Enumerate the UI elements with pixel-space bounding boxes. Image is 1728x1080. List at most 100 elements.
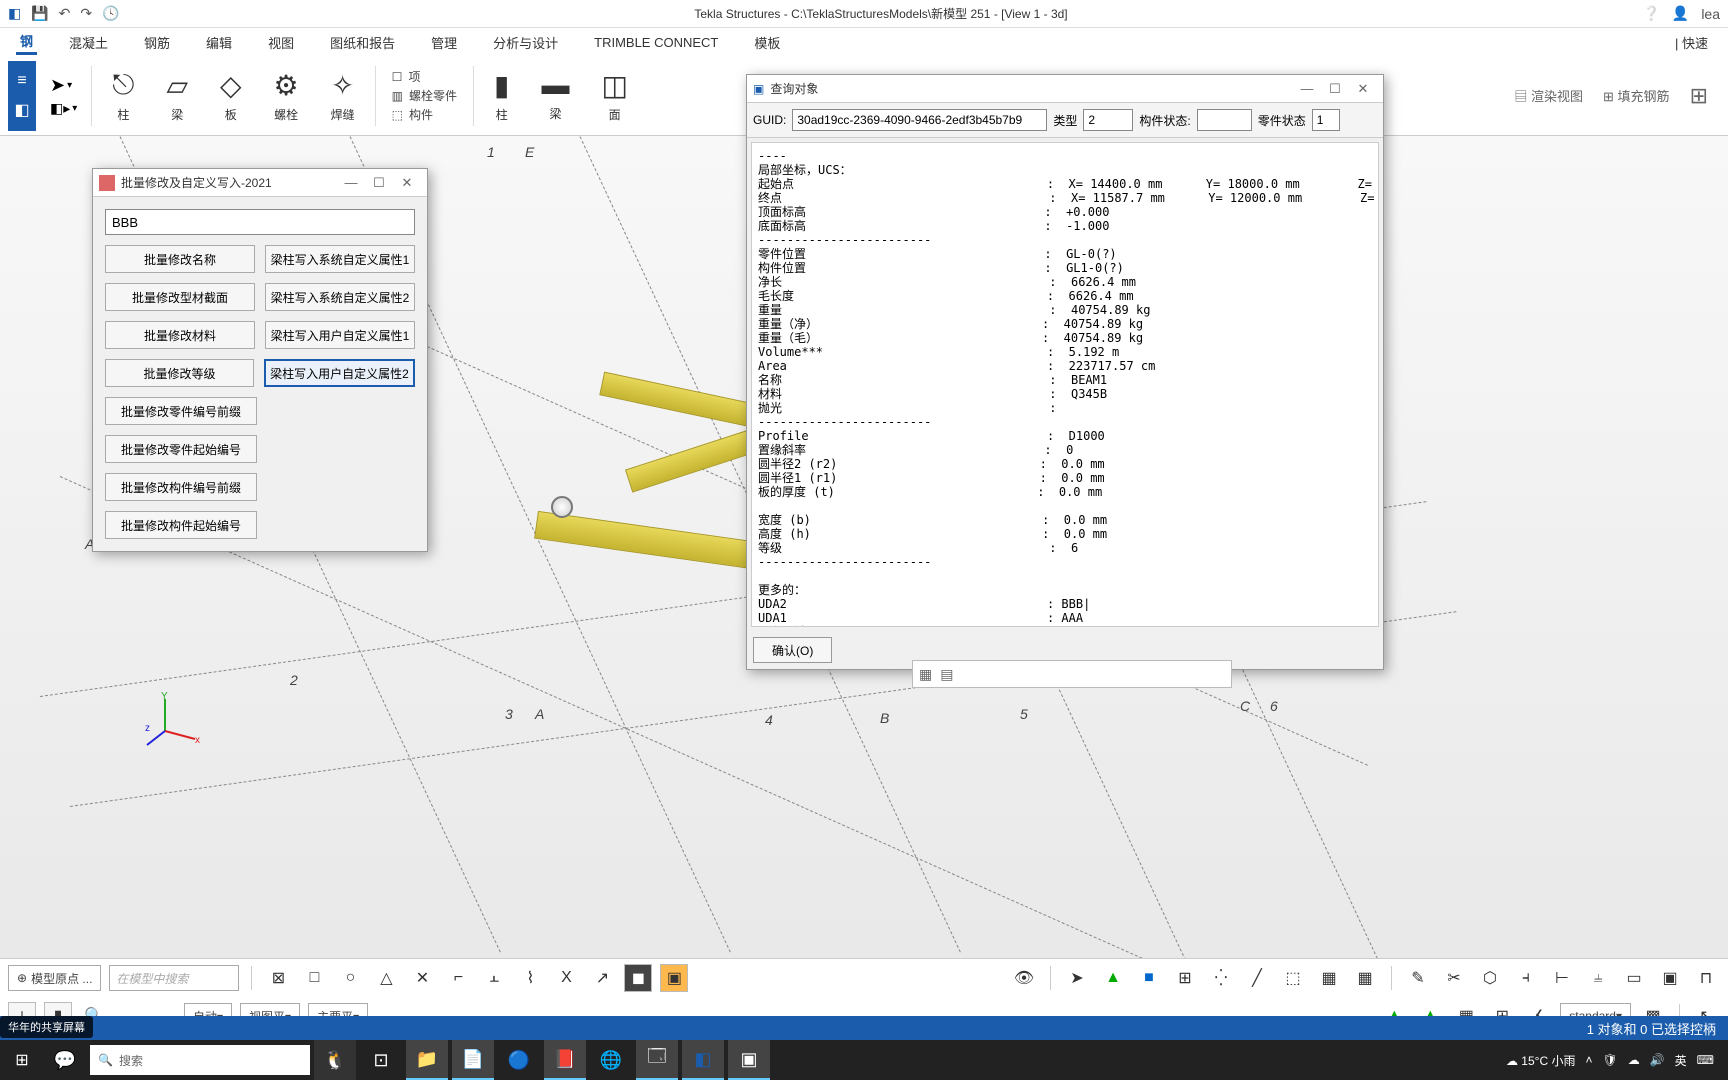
menu-template[interactable]: 模板 — [750, 31, 784, 54]
tool-cut-icon[interactable]: ✂ — [1440, 964, 1468, 992]
system-tray[interactable]: ☁ 15°C 小雨 ˄ 🛡 ☁ 🔊 英 ⌨ — [1496, 1052, 1724, 1069]
btn-modify-class[interactable]: 批量修改等级 — [105, 359, 254, 387]
btn-user-attr2[interactable]: 梁柱写入用户自定义属性2 — [264, 359, 415, 387]
sel-dots-icon[interactable]: ⁛ — [1207, 964, 1235, 992]
batch-input[interactable] — [105, 209, 415, 235]
btn-assembly-prefix[interactable]: 批量修改构件编号前缀 — [105, 473, 257, 501]
snap-ext-icon[interactable]: ⫠ — [480, 964, 508, 992]
ribbon-beam2[interactable]: ▬梁 — [529, 69, 581, 122]
ribbon-plate[interactable]: ◇板 — [208, 69, 254, 123]
sel-cube-icon[interactable]: ⬚ — [1279, 964, 1307, 992]
ok-button[interactable]: 确认(O) — [753, 637, 832, 663]
filter-tool-icon[interactable]: ▤ — [940, 666, 953, 683]
ribbon-column[interactable]: ⎋柱 — [100, 69, 146, 123]
compstate-input[interactable] — [1312, 109, 1340, 131]
task-tekla[interactable]: ◧ — [682, 1040, 724, 1080]
start-button[interactable]: ⊞ — [4, 1050, 40, 1070]
tool-align-icon[interactable]: ⫞ — [1512, 964, 1540, 992]
chevron-down-icon[interactable]: ▾ — [72, 103, 77, 114]
task-view-icon[interactable]: ⊡ — [360, 1040, 402, 1080]
btn-modify-material[interactable]: 批量修改材料 — [105, 321, 255, 349]
floating-filter-toolbar[interactable]: ▦ ▤ — [912, 660, 1232, 688]
menu-trimble[interactable]: TRIMBLE CONNECT — [590, 33, 722, 52]
tray-shield-icon[interactable]: 🛡 — [1602, 1053, 1617, 1067]
btn-modify-profile[interactable]: 批量修改型材截面 — [105, 283, 255, 311]
maximize-button[interactable]: ☐ — [365, 175, 393, 191]
task-powerpoint[interactable]: 📕 — [544, 1040, 586, 1080]
history-icon[interactable]: 🕓 — [102, 5, 119, 22]
tray-cloud-icon[interactable]: ☁ — [1628, 1053, 1640, 1067]
snap-center-icon[interactable]: ○ — [336, 964, 364, 992]
btn-part-prefix[interactable]: 批量修改零件编号前缀 — [105, 397, 257, 425]
snap-line-icon[interactable]: ⌇ — [516, 964, 544, 992]
maximize-button[interactable]: ☐ — [1321, 81, 1349, 97]
close-button[interactable]: ✕ — [393, 175, 421, 191]
sel-hash2-icon[interactable]: ▦ — [1351, 964, 1379, 992]
switch-icon[interactable]: ◧▸ — [50, 100, 70, 117]
btn-user-attr1[interactable]: 梁柱写入用户自定义属性1 — [265, 321, 415, 349]
menu-manage[interactable]: 管理 — [427, 31, 461, 54]
undo-icon[interactable]: ↶ — [59, 5, 71, 22]
ribbon-component[interactable]: ⬚构件 — [392, 106, 457, 123]
cursor-icon[interactable]: ➤ — [50, 75, 65, 96]
menu-concrete[interactable]: 混凝土 — [65, 31, 112, 54]
task-app-3[interactable]: 🔵 — [498, 1040, 540, 1080]
redo-icon[interactable]: ↷ — [80, 5, 92, 22]
task-edge[interactable]: 🌐 — [590, 1040, 632, 1080]
tool-ext-icon[interactable]: ⊓ — [1692, 964, 1720, 992]
ribbon-bolt[interactable]: ⚙螺栓 — [262, 69, 311, 123]
ribbon-column2[interactable]: ▮柱 — [482, 69, 521, 123]
axis-widget[interactable]: Y x z — [145, 691, 205, 751]
snap-end-icon[interactable]: ⊠ — [264, 964, 292, 992]
menu-edit[interactable]: 编辑 — [202, 31, 236, 54]
menu-quick[interactable]: | 快速 — [1671, 31, 1712, 54]
tool-wand-icon[interactable]: ✎ — [1404, 964, 1432, 992]
partstate-input[interactable] — [1197, 109, 1252, 131]
snap-mid-icon[interactable]: □ — [300, 964, 328, 992]
ribbon-boltpart[interactable]: ▥螺栓零件 — [392, 87, 457, 104]
ribbon-item[interactable]: ☐项 — [392, 68, 457, 85]
menu-steel[interactable]: 钢 — [16, 29, 37, 55]
model-search-input[interactable]: 在模型中搜索 — [109, 965, 239, 991]
orbit-center-icon[interactable] — [551, 496, 573, 518]
tray-chevron-icon[interactable]: ˄ — [1585, 1053, 1592, 1067]
menu-view[interactable]: 视图 — [264, 31, 298, 54]
menu-drawings[interactable]: 图纸和报告 — [326, 31, 399, 54]
tool-hl-icon[interactable]: ▭ — [1620, 964, 1648, 992]
filter-tool-icon[interactable]: ▦ — [919, 666, 932, 683]
ribbon-face[interactable]: ◫面 — [589, 69, 639, 123]
taskbar-search[interactable]: 🔍搜索 — [90, 1045, 310, 1075]
btn-part-startnum[interactable]: 批量修改零件起始编号 — [105, 435, 257, 463]
ribbon-grid-icon[interactable]: ⊞ — [1690, 83, 1708, 109]
snap-corner-icon[interactable]: ⌐ — [444, 964, 472, 992]
minimize-button[interactable]: — — [337, 175, 365, 190]
sel-face-icon[interactable]: ■ — [1135, 964, 1163, 992]
windows-taskbar[interactable]: ⊞ 💬 🔍搜索 🐧 ⊡ 📁 📄 🔵 📕 🌐 🗔 ◧ ▣ ☁ 15°C 小雨 ˄ … — [0, 1040, 1728, 1080]
origin-dropdown[interactable]: ⊕模型原点 ... — [8, 965, 101, 991]
guid-input[interactable] — [792, 109, 1047, 131]
btn-sys-attr1[interactable]: 梁柱写入系统自定义属性1 — [265, 245, 415, 273]
btn-assembly-startnum[interactable]: 批量修改构件起始编号 — [105, 511, 257, 539]
tray-keyboard-icon[interactable]: ⌨ — [1697, 1053, 1714, 1067]
snap-wire-icon[interactable]: ◼ — [624, 964, 652, 992]
menu-rebar[interactable]: 钢筋 — [140, 31, 174, 54]
snap-solid-icon[interactable]: ▣ — [660, 964, 688, 992]
sel-cursor-icon[interactable]: ➤ — [1063, 964, 1091, 992]
sel-line-icon[interactable]: ╱ — [1243, 964, 1271, 992]
ribbon-beam[interactable]: ▱梁 — [154, 69, 200, 123]
user-icon[interactable]: 👤 — [1672, 5, 1689, 22]
sel-grid-icon[interactable]: ⊞ — [1171, 964, 1199, 992]
weather-widget[interactable]: ☁ 15°C 小雨 — [1506, 1052, 1576, 1069]
tool-hex-icon[interactable]: ⬡ — [1476, 964, 1504, 992]
save-icon[interactable]: 💾 — [31, 5, 48, 22]
eye-icon[interactable]: 👁 — [1010, 964, 1038, 992]
btn-modify-name[interactable]: 批量修改名称 — [105, 245, 255, 273]
tray-volume-icon[interactable]: 🔊 — [1650, 1053, 1665, 1067]
task-explorer[interactable]: 📁 — [406, 1040, 448, 1080]
inquire-info-body[interactable]: ---- 局部坐标，UCS： 起始点 : X= 14400.0 mm Y= 18… — [751, 142, 1379, 627]
snap-near-icon[interactable]: X — [552, 964, 580, 992]
task-app-4[interactable]: 🗔 — [636, 1040, 678, 1080]
help-icon[interactable]: ❔ — [1642, 5, 1659, 22]
tool-box-icon[interactable]: ▣ — [1656, 964, 1684, 992]
snap-perp-icon[interactable]: △ — [372, 964, 400, 992]
